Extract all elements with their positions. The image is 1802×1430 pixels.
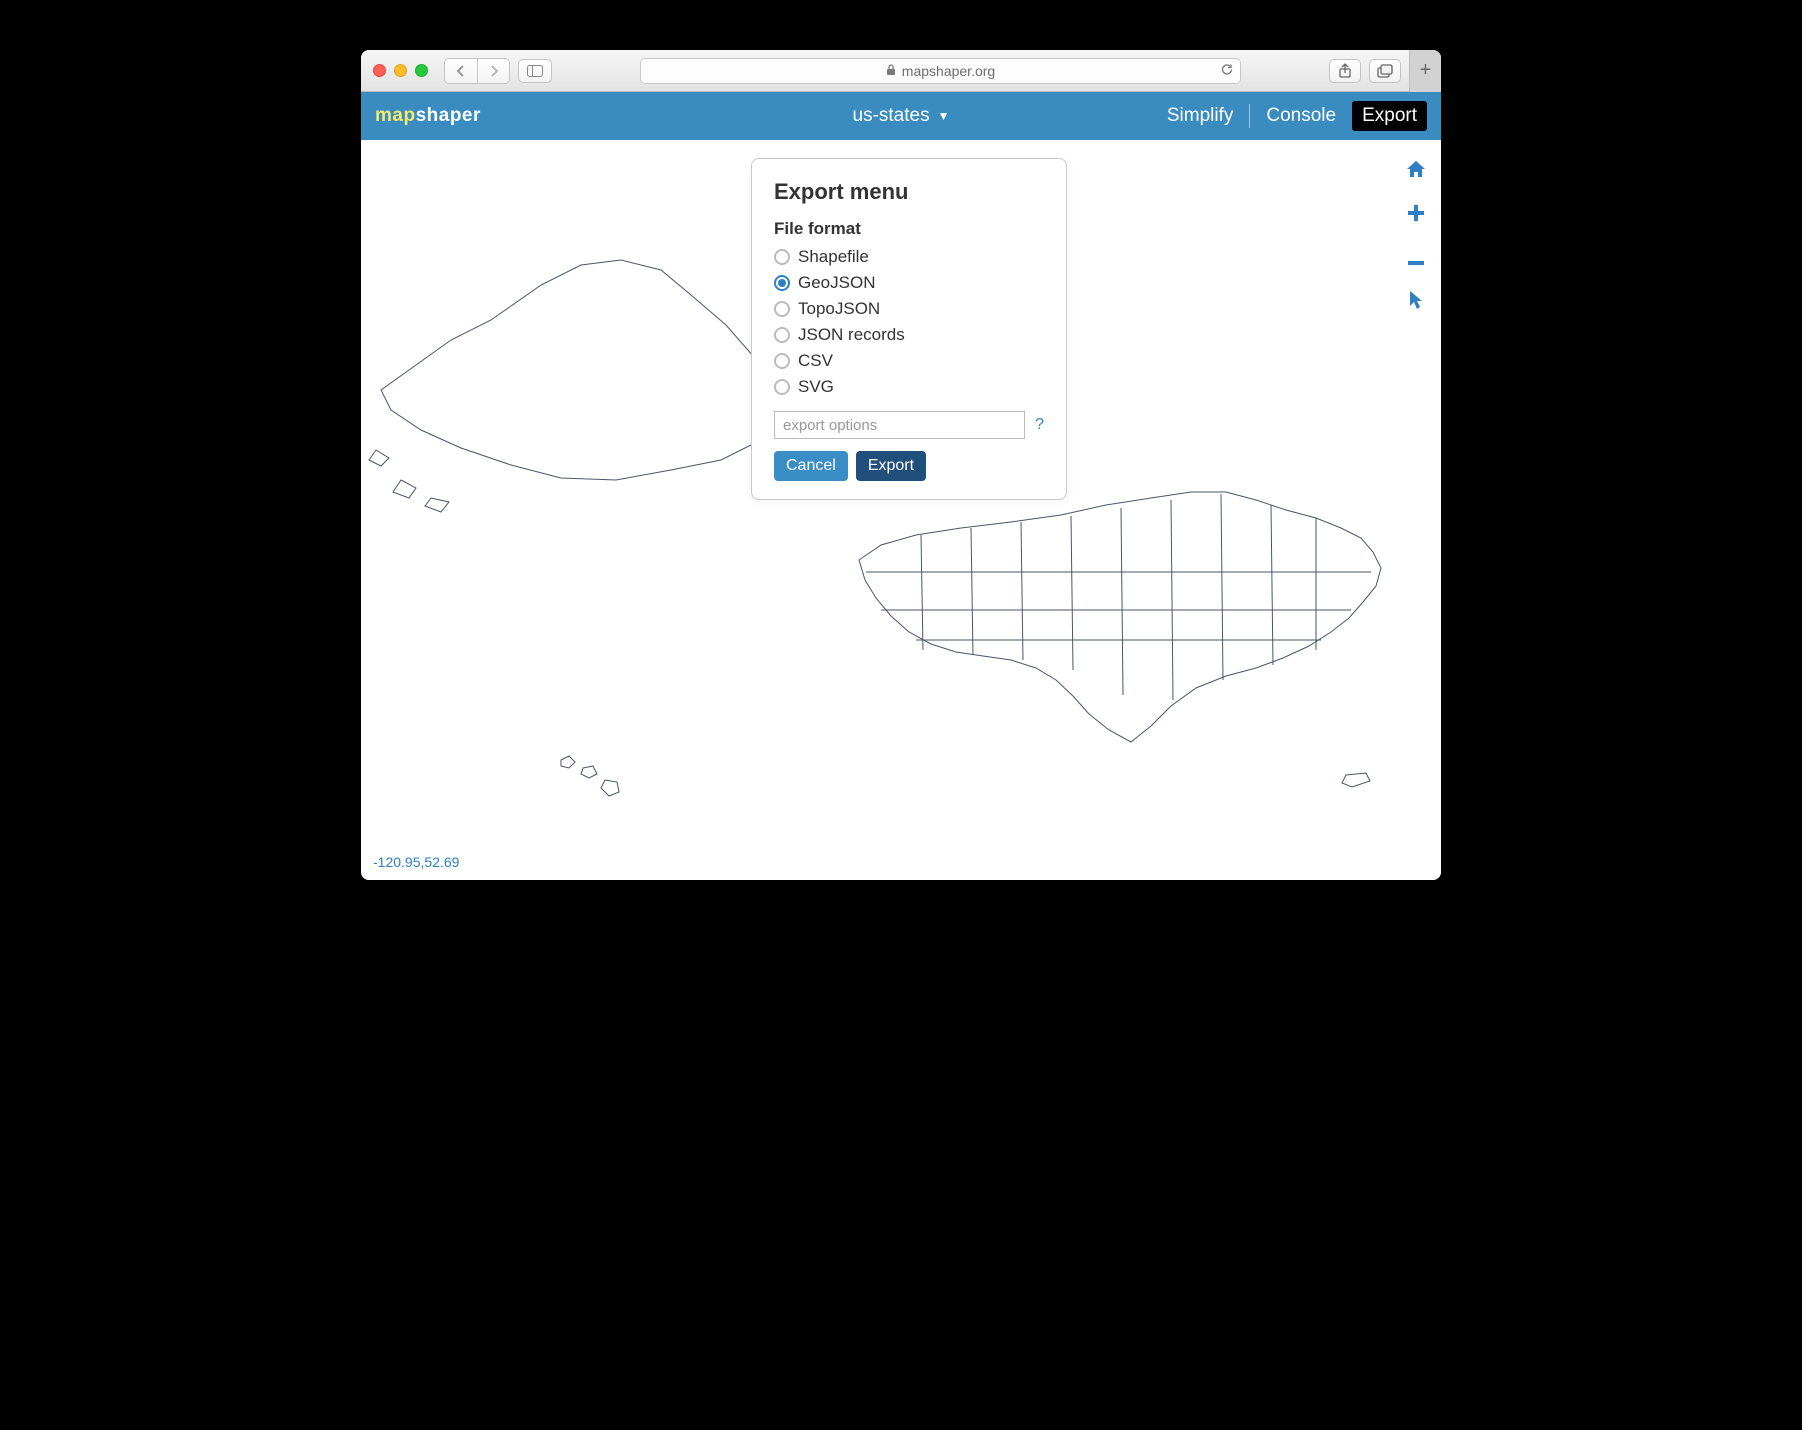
header-actions: Simplify Console Export [1167, 101, 1427, 131]
format-label: SVG [798, 377, 834, 397]
app-logo: mapshaper [375, 105, 481, 127]
format-option-shapefile[interactable]: Shapefile [774, 247, 1044, 267]
modal-buttons: Cancel Export [774, 451, 1044, 481]
layer-name-text: us-states [853, 105, 930, 127]
forward-button[interactable] [477, 59, 509, 83]
app-header: mapshaper us-states ▼ Simplify Console E… [361, 92, 1441, 140]
layer-selector[interactable]: us-states ▼ [853, 105, 950, 127]
share-button[interactable] [1329, 59, 1361, 83]
format-label: CSV [798, 351, 833, 371]
format-radio-list: Shapefile GeoJSON TopoJSON JSON records … [774, 247, 1044, 397]
map-viewport[interactable]: Export menu File format Shapefile GeoJSO… [361, 140, 1441, 880]
file-format-label: File format [774, 219, 1044, 239]
address-bar[interactable]: mapshaper.org [640, 58, 1241, 84]
pointer-icon[interactable] [1405, 290, 1427, 316]
format-option-csv[interactable]: CSV [774, 351, 1044, 371]
radio-icon [774, 249, 790, 265]
sidebar-toggle-button[interactable] [518, 59, 552, 83]
radio-icon [774, 275, 790, 291]
nav-buttons [444, 58, 510, 84]
back-button[interactable] [445, 59, 477, 83]
export-options-row: ? [774, 411, 1044, 439]
tabs-button[interactable] [1369, 59, 1401, 83]
format-option-svg[interactable]: SVG [774, 377, 1044, 397]
titlebar-right: + [1329, 50, 1429, 92]
format-option-json-records[interactable]: JSON records [774, 325, 1044, 345]
cursor-coords: -120.95,52.69 [373, 854, 459, 870]
export-button[interactable]: Export [1352, 101, 1427, 131]
cancel-button[interactable]: Cancel [774, 451, 848, 481]
format-label: TopoJSON [798, 299, 880, 319]
logo-map: map [375, 105, 416, 126]
radio-icon [774, 379, 790, 395]
reload-icon[interactable] [1220, 62, 1234, 79]
maximize-window-button[interactable] [415, 64, 428, 77]
export-confirm-button[interactable]: Export [856, 451, 926, 481]
zoom-out-icon[interactable] [1405, 246, 1427, 272]
zoom-in-icon[interactable] [1405, 202, 1427, 228]
titlebar: mapshaper.org + [361, 50, 1441, 92]
radio-icon [774, 327, 790, 343]
simplify-link[interactable]: Simplify [1167, 105, 1234, 127]
close-window-button[interactable] [373, 64, 386, 77]
export-modal-title: Export menu [774, 179, 1044, 205]
format-label: GeoJSON [798, 273, 875, 293]
divider [1249, 104, 1250, 128]
url-text: mapshaper.org [902, 63, 995, 79]
minimize-window-button[interactable] [394, 64, 407, 77]
logo-shaper: shaper [416, 105, 481, 126]
export-modal: Export menu File format Shapefile GeoJSO… [751, 158, 1067, 500]
format-label: Shapefile [798, 247, 869, 267]
help-icon[interactable]: ? [1035, 416, 1044, 434]
browser-window: mapshaper.org + mapshaper us-states ▼ Si… [361, 50, 1441, 880]
traffic-lights [373, 64, 428, 77]
chevron-down-icon: ▼ [938, 109, 950, 123]
map-tools [1405, 158, 1427, 316]
radio-icon [774, 301, 790, 317]
export-options-input[interactable] [774, 411, 1025, 439]
format-option-topojson[interactable]: TopoJSON [774, 299, 1044, 319]
lock-icon [886, 63, 896, 79]
format-option-geojson[interactable]: GeoJSON [774, 273, 1044, 293]
radio-icon [774, 353, 790, 369]
home-icon[interactable] [1405, 158, 1427, 184]
console-link[interactable]: Console [1266, 105, 1336, 127]
new-tab-button[interactable]: + [1409, 50, 1441, 92]
format-label: JSON records [798, 325, 905, 345]
